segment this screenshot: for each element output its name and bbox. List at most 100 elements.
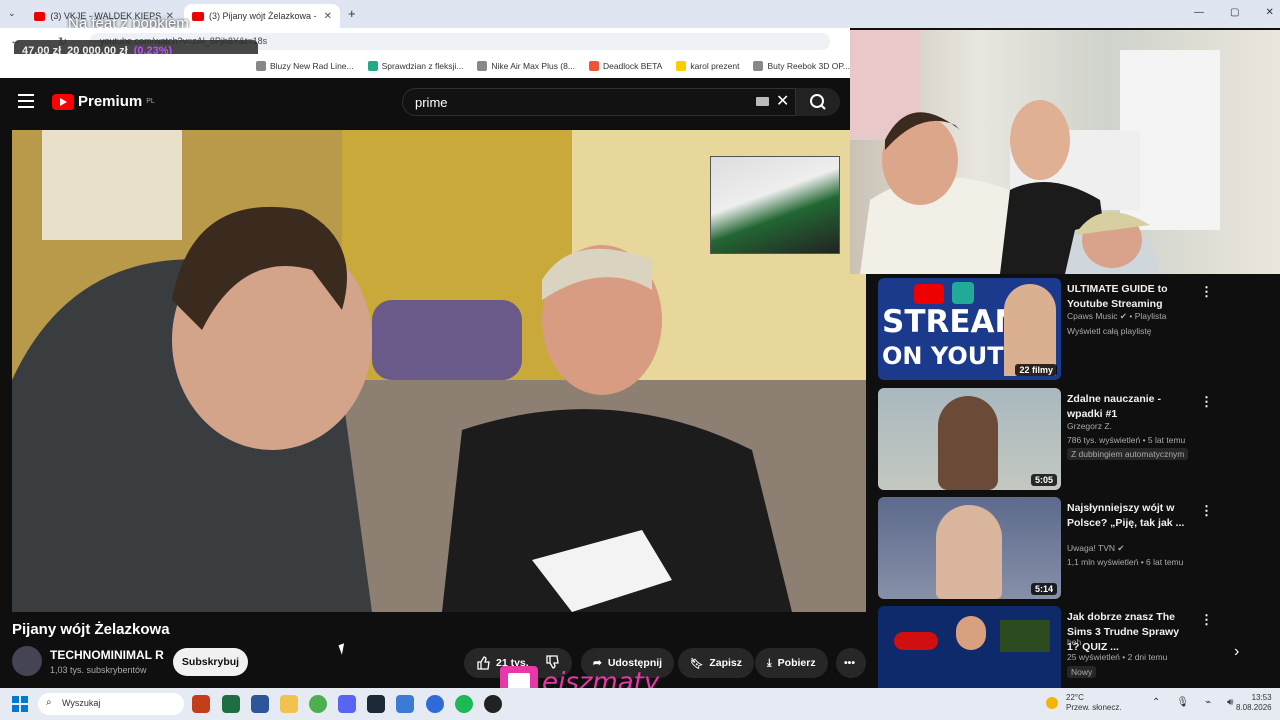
clear-search-icon[interactable]: ✕ <box>776 91 789 111</box>
video-title: Pijany wójt Żelazkowa <box>12 621 170 638</box>
tab-list-chevron-icon[interactable]: ⌄ <box>8 8 16 19</box>
related-video-card[interactable]: STREAM ON YOUTUBE 22 filmy ULTIMATE GUID… <box>878 278 1218 382</box>
more-options-icon[interactable]: ⋮ <box>1200 284 1213 300</box>
system-clock[interactable]: 13:53 8.08.2026 <box>1236 693 1272 713</box>
youtube-icon <box>914 284 944 304</box>
ea-app-icon[interactable] <box>426 695 444 713</box>
discord-icon[interactable] <box>338 695 356 713</box>
bookmark-item[interactable]: karol prezent <box>676 61 739 71</box>
channel-line: Cpaws Music ✔︎ • Playlista <box>1067 311 1167 321</box>
channel-line: Uwaga! TVN ✔︎ <box>1067 543 1125 554</box>
spotify-icon[interactable] <box>455 695 473 713</box>
related-video-card[interactable]: Jak dobrze znasz The Sims 3 Trudne Spraw… <box>878 606 1218 688</box>
bookmark-favicon-icon <box>676 61 687 71</box>
related-video-title[interactable]: Najsłynniejszy wójt w Polsce? „Piję, tak… <box>1067 501 1187 531</box>
app-icon[interactable] <box>396 695 414 713</box>
new-tab-button[interactable]: + <box>348 6 356 21</box>
network-icon[interactable]: ⌁ <box>1205 697 1211 708</box>
minimize-icon[interactable]: — <box>1194 7 1204 18</box>
close-window-icon[interactable]: ✕ <box>1265 7 1273 18</box>
more-icon: ••• <box>844 657 856 669</box>
browser-tab-2[interactable]: (3) Pijany wójt Żelazkowa - ✕ <box>184 4 340 28</box>
chevron-up-icon[interactable]: ⌃ <box>1152 697 1160 708</box>
download-icon: ⤓ <box>767 656 772 669</box>
window-controls: — ▢ ✕ <box>1194 7 1274 18</box>
channel-avatar[interactable] <box>12 646 42 676</box>
search-button[interactable] <box>796 88 840 116</box>
volume-icon[interactable]: 🔊︎ <box>1227 697 1233 708</box>
channel-name[interactable]: TECHNOMINIMAL R <box>50 648 164 662</box>
cartoon-character <box>956 616 986 650</box>
hamburger-menu-icon[interactable] <box>18 94 34 108</box>
microphone-icon[interactable]: 🎙︎ <box>1176 697 1189 708</box>
streamer-webcam <box>850 30 1280 274</box>
related-video-card[interactable]: 5:05 Zdalne nauczanie - wpadki #1 Grzego… <box>878 388 1218 492</box>
person-silhouette <box>936 505 1002 599</box>
bookmark-item[interactable]: Sprawdzian z fleksji... <box>367 61 463 71</box>
file-explorer-icon[interactable] <box>280 695 298 713</box>
clock-date: 8.08.2026 <box>1236 703 1272 712</box>
video-thumbnail[interactable]: STREAM ON YOUTUBE 22 filmy <box>878 278 1061 380</box>
clock-time: 13:53 <box>1251 693 1272 702</box>
related-video-title[interactable]: Jak dobrze znasz The Sims 3 Trudne Spraw… <box>1067 610 1187 655</box>
search-icon <box>810 94 826 110</box>
taskbar-search-input[interactable]: Wyszukaj <box>38 693 184 715</box>
more-options-icon[interactable]: ⋮ <box>1200 394 1213 410</box>
twitch-icon <box>952 282 974 304</box>
thumbs-up-icon <box>477 656 490 670</box>
word-icon[interactable] <box>251 695 269 713</box>
system-tray-icons[interactable]: ⌃ 🎙︎ ⌁ 🔊︎ <box>1152 697 1233 708</box>
game-box-graphic <box>1000 620 1050 652</box>
video-meta: Playlista <box>1134 311 1167 321</box>
duration-badge: 5:14 <box>1030 583 1057 595</box>
bookmark-favicon-icon <box>753 61 764 71</box>
video-meta: 786 tys. wyświetleń • 5 lat temu <box>1067 435 1186 445</box>
webcam-scene <box>850 30 1220 274</box>
bookmarks-bar: Bluzy New Rad Line... Sprawdzian z fleks… <box>0 54 850 78</box>
bookmark-item[interactable]: Buty Reebok 3D OP... <box>753 61 850 71</box>
more-options-icon[interactable]: ⋮ <box>1200 612 1213 628</box>
subscribe-button[interactable]: Subskrybuj <box>173 648 248 676</box>
powerpoint-icon[interactable] <box>192 695 210 713</box>
video-thumbnail[interactable]: 5:05 <box>878 388 1061 490</box>
bookmark-icon: 🔖︎ <box>690 657 704 670</box>
channel-name[interactable]: heh <box>1067 637 1081 647</box>
search-input[interactable]: prime <box>402 88 796 116</box>
youtube-logo[interactable]: Premium PL <box>52 93 155 110</box>
keyboard-icon[interactable] <box>756 97 769 106</box>
bookmark-item[interactable]: Bluzy New Rad Line... <box>255 61 354 71</box>
bookmark-favicon-icon <box>367 61 378 71</box>
excel-icon[interactable] <box>222 695 240 713</box>
new-badge: Nowy <box>1067 666 1097 678</box>
video-thumbnail[interactable]: 5:14 <box>878 497 1061 599</box>
related-video-title[interactable]: Zdalne nauczanie - wpadki #1 <box>1067 392 1187 422</box>
view-playlist-link[interactable]: Wyświetl całą playlistę <box>1067 326 1151 336</box>
bookmark-item[interactable]: Deadlock BETA <box>588 61 662 71</box>
more-actions-button[interactable]: ••• <box>836 648 866 678</box>
bookmark-item[interactable]: Nike Air Max Plus (8... <box>477 61 575 71</box>
close-tab-icon[interactable]: ✕ <box>324 11 332 22</box>
steam-icon[interactable] <box>367 695 385 713</box>
chevron-right-icon[interactable]: › <box>1234 643 1239 661</box>
windows-start-icon[interactable] <box>12 696 28 712</box>
maximize-icon[interactable]: ▢ <box>1230 7 1239 18</box>
related-video-title[interactable]: ULTIMATE GUIDE to Youtube Streaming <box>1067 282 1187 312</box>
auto-dub-badge: Z dubbingiem automatycznym <box>1067 448 1189 460</box>
obs-icon[interactable] <box>484 695 502 713</box>
logo-region: PL <box>146 98 155 105</box>
more-options-icon[interactable]: ⋮ <box>1200 503 1213 519</box>
download-button[interactable]: ⤓ Pobierz <box>755 648 828 678</box>
weather-sun-icon <box>1046 697 1058 709</box>
channel-name[interactable]: Grzegorz Z. <box>1067 421 1112 431</box>
channel-name[interactable]: Cpaws Music <box>1067 311 1118 321</box>
related-video-card[interactable]: 5:14 Najsłynniejszy wójt w Polsce? „Piję… <box>878 497 1218 601</box>
channel-name[interactable]: Uwaga! TVN <box>1067 543 1115 553</box>
search-icon: ⌕ <box>46 697 52 708</box>
youtube-favicon-icon <box>192 11 204 21</box>
download-label: Pobierz <box>777 657 816 669</box>
bookmark-favicon-icon <box>588 61 599 71</box>
red-car-graphic <box>894 632 938 650</box>
video-thumbnail[interactable] <box>878 606 1061 688</box>
presenter-face <box>1004 284 1056 376</box>
chrome-icon[interactable] <box>309 695 327 713</box>
